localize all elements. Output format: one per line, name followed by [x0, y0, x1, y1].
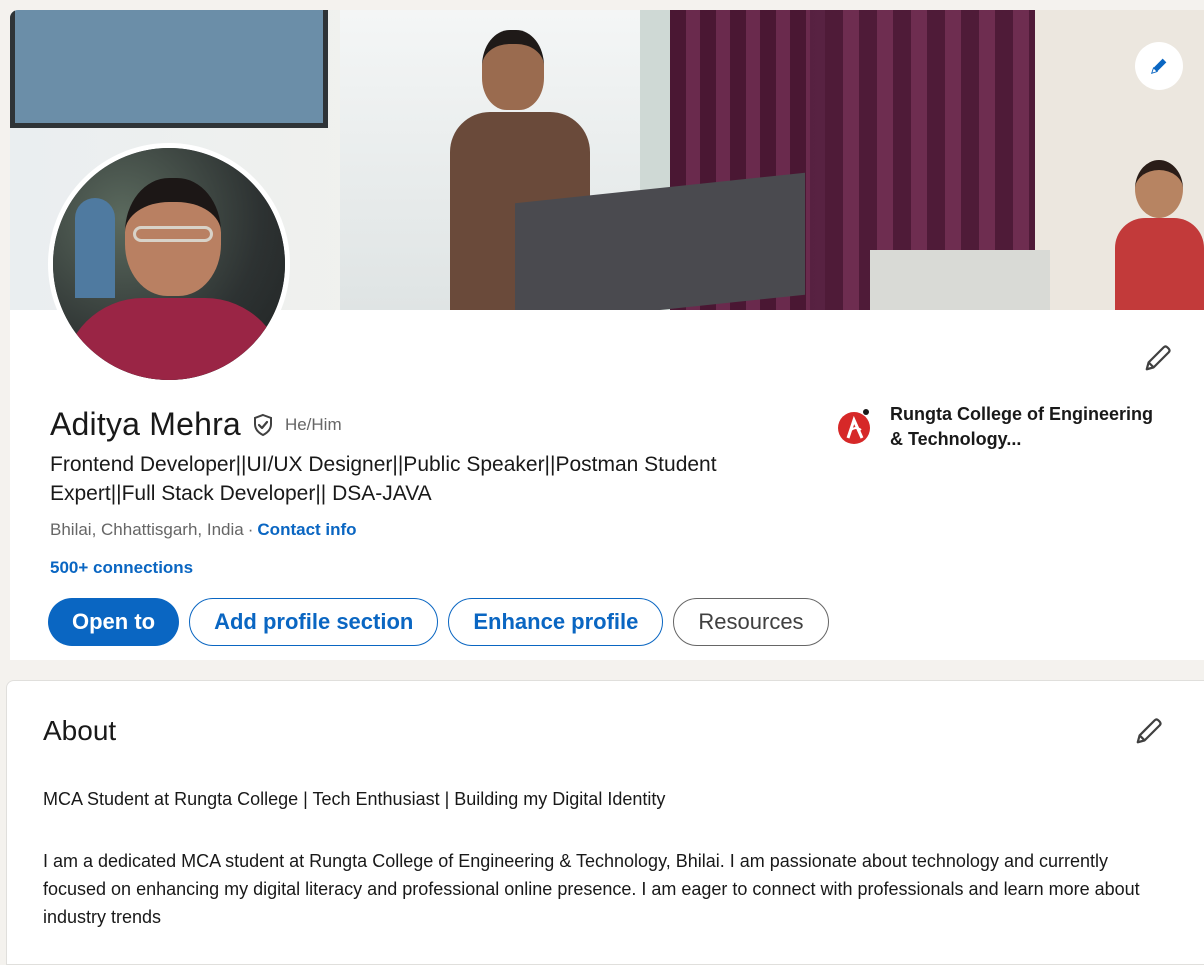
- separator-dot: ·: [247, 520, 254, 539]
- verified-shield-icon[interactable]: [251, 413, 275, 437]
- open-to-button[interactable]: Open to: [48, 598, 180, 646]
- contact-info-link[interactable]: Contact info: [257, 520, 356, 539]
- location-row: Bhilai, Chhattisgarh, India · Contact info: [50, 520, 357, 540]
- edit-about-button[interactable]: [1129, 711, 1169, 751]
- pencil-icon: [1136, 718, 1162, 744]
- profile-actions: Open to Add profile section Enhance prof…: [48, 598, 829, 646]
- name-row: Aditya Mehra He/Him: [50, 406, 342, 443]
- about-card: About MCA Student at Rungta College | Te…: [6, 680, 1204, 965]
- about-body: I am a dedicated MCA student at Rungta C…: [43, 851, 1140, 927]
- location-text: Bhilai, Chhattisgarh, India: [50, 520, 244, 539]
- pencil-icon: [1145, 345, 1171, 371]
- education-name: Rungta College of Engineering & Technolo…: [890, 404, 1154, 449]
- edit-cover-button[interactable]: [1135, 42, 1183, 90]
- about-title: About: [43, 715, 117, 746]
- edit-intro-button[interactable]: [1138, 338, 1178, 378]
- pencil-icon: [1150, 58, 1167, 75]
- pronouns: He/Him: [284, 414, 342, 434]
- enhance-profile-button[interactable]: Enhance profile: [448, 598, 664, 646]
- profile-card: Aditya Mehra He/Him Frontend Developer||…: [10, 10, 1204, 660]
- resources-button[interactable]: Resources: [673, 598, 829, 646]
- add-profile-section-button[interactable]: Add profile section: [189, 598, 439, 646]
- connections-link[interactable]: 500+ connections: [50, 558, 193, 578]
- profile-name: Aditya Mehra: [50, 406, 241, 442]
- avatar[interactable]: [48, 143, 290, 385]
- education-link[interactable]: Rungta College of Engineering & Technolo…: [836, 402, 1170, 452]
- college-logo-icon: [838, 409, 870, 444]
- profile-headline: Frontend Developer||UI/UX Designer||Publ…: [50, 453, 717, 505]
- about-summary: MCA Student at Rungta College | Tech Ent…: [43, 789, 666, 809]
